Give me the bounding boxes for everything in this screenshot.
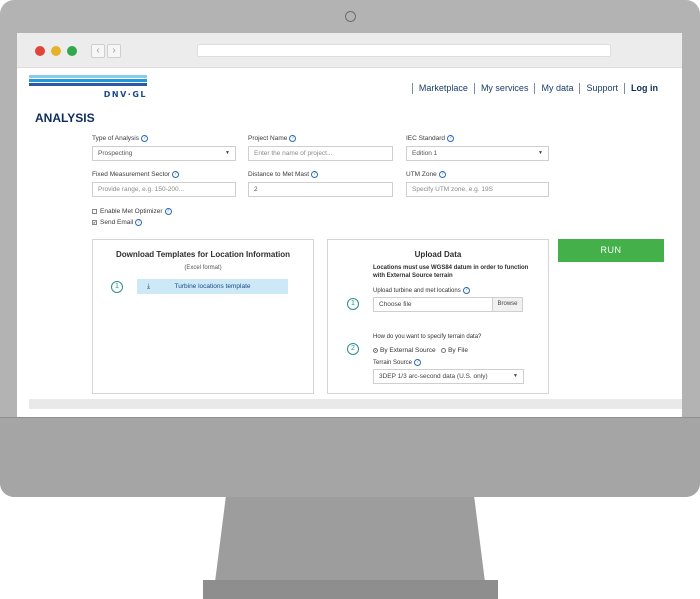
type-of-analysis-select[interactable]: Prospecting ▼ [92,146,236,161]
enable-met-optimizer-row: Enable Met Optimizer? [92,208,172,215]
step-number: 2 [347,343,359,355]
page-footer-strip [29,399,682,409]
project-name-input[interactable]: Enter the name of project... [248,146,393,161]
help-icon[interactable]: ? [462,287,470,294]
chin-divider [0,417,700,418]
send-email-row: ✔ Send Email? [92,219,143,226]
by-file-radio[interactable] [441,347,447,353]
chevron-down-icon: ▼ [538,150,543,156]
nav-support[interactable]: Support [579,83,624,94]
fixed-measurement-sector-label: Fixed Measurement Sector? [92,171,180,178]
distance-to-met-mast-label: Distance to Met Mast? [248,171,319,178]
terrain-source-select[interactable]: 3DEP 1/3 arc-second data (U.S. only) ▼ [373,369,524,384]
page-title: ANALYSIS [35,111,95,125]
help-icon[interactable]: ? [438,171,446,178]
back-icon[interactable]: ‹ [91,44,105,58]
logo-text: DNV·GL [103,90,147,99]
download-templates-panel: Download Templates for Location Informat… [92,239,314,394]
monitor-stand-neck [215,497,485,582]
help-icon[interactable]: ? [414,359,422,366]
run-button[interactable]: RUN [558,239,664,262]
nav-marketplace[interactable]: Marketplace [411,83,474,94]
utm-zone-label: UTM Zone? [406,171,446,178]
enable-met-optimizer-checkbox[interactable] [92,209,97,214]
logo-stripe-3 [29,83,147,86]
nav-my-services[interactable]: My services [473,83,535,94]
type-of-analysis-label: Type of Analysis? [92,135,148,142]
download-panel-title: Download Templates for Location Informat… [115,250,291,259]
turbine-locations-template-button[interactable]: ⤓ Turbine locations template [137,279,288,294]
terrain-source-label: Terrain Source? [373,359,422,366]
help-icon[interactable]: ? [289,135,297,142]
help-icon[interactable]: ? [135,219,143,226]
wgs84-note: Locations must use WGS84 datum in order … [373,265,529,279]
dnv-gl-logo[interactable]: DNV·GL [29,75,147,101]
camera-icon [345,11,356,22]
iec-standard-select[interactable]: Edition 1 ▼ [406,146,549,161]
address-bar[interactable] [197,44,611,57]
help-icon[interactable]: ? [140,135,148,142]
monitor-chin [0,417,700,497]
browse-button[interactable]: Browse [492,297,523,312]
chevron-down-icon: ▼ [513,373,518,379]
by-external-source-radio[interactable] [373,347,378,353]
step-number: 1 [111,281,123,293]
terrain-question: How do you want to specify terrain data? [373,334,482,340]
window-maximize-button[interactable] [67,46,77,56]
nav-my-data[interactable]: My data [534,83,579,94]
screen: ‹ › DNV·GL Marketplace My services My da… [17,33,682,417]
help-icon[interactable]: ? [447,135,455,142]
send-email-checkbox[interactable]: ✔ [92,220,97,225]
step-number: 1 [347,298,359,310]
window-close-button[interactable] [35,46,45,56]
iec-standard-label: IEC Standard? [406,135,455,142]
project-name-label: Project Name? [248,135,297,142]
download-icon: ⤓ [147,283,151,290]
help-icon[interactable]: ? [172,171,180,178]
logo-stripe-2 [29,79,147,82]
logo-stripe-1 [29,75,147,78]
forward-icon[interactable]: › [107,44,121,58]
top-navigation: Marketplace My services My data Support … [411,83,664,94]
nav-log-in[interactable]: Log in [624,83,664,94]
monitor-stand-base [203,580,498,599]
upload-data-panel: Upload Data Locations must use WGS84 dat… [327,239,549,394]
window-minimize-button[interactable] [51,46,61,56]
chevron-down-icon: ▼ [225,150,230,156]
upload-locations-label: Upload turbine and met locations? [373,287,470,294]
help-icon[interactable]: ? [311,171,319,178]
terrain-source-options: By External Source By File [373,347,468,354]
upload-panel-title: Upload Data [414,250,462,259]
utm-zone-input[interactable]: Specify UTM zone, e.g. 19S [406,182,549,197]
distance-to-met-mast-input[interactable]: 2 [248,182,393,197]
browser-toolbar: ‹ › [17,33,682,68]
help-icon[interactable]: ? [164,208,172,215]
fixed-measurement-sector-input[interactable]: Provide range, e.g. 150-200... [92,182,236,197]
download-panel-subtitle: (Excel format) [184,265,222,271]
